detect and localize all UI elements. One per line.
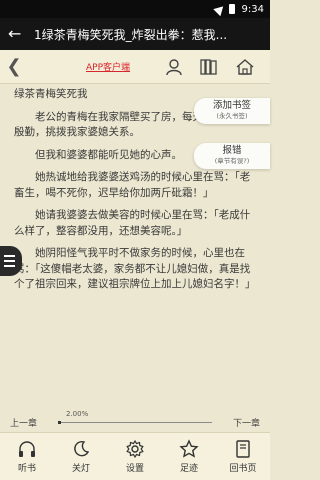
book-icon <box>236 440 250 458</box>
handle-bar <box>4 260 15 262</box>
progress-slider[interactable]: 2.00% <box>58 410 212 424</box>
status-bar: 9:34 <box>0 0 270 18</box>
page-title: 1绿茶青梅笑死我_炸裂出拳：惹我... <box>34 27 228 42</box>
battery-icon <box>228 4 235 14</box>
add-bookmark-button[interactable]: 添加书签 (永久书签) <box>194 98 270 124</box>
nav-label: 足迹 <box>179 464 198 474</box>
chapter-content: 绿茶青梅笑死我 老公的青梅在我家隔壁买了房，每天对我婆婆献殷勤，挑拨我家婆媳关系… <box>0 84 270 408</box>
nav-label: 回书页 <box>229 464 257 474</box>
star-icon <box>179 439 199 458</box>
bookmark-label: 添加书签 <box>212 100 251 111</box>
status-time: 9:34 <box>241 3 264 15</box>
nav-label: 设置 <box>125 464 144 474</box>
handle-bar <box>4 265 15 267</box>
home-icon[interactable] <box>234 57 256 77</box>
bookshelf-icon[interactable] <box>198 57 220 77</box>
handle-bar <box>4 255 15 257</box>
nav-listen[interactable]: 听书 <box>0 433 54 480</box>
back-chevron-icon[interactable]: ❮ <box>0 56 28 77</box>
next-chapter-button[interactable]: 下一章 <box>220 416 260 429</box>
headphones-icon <box>19 441 35 457</box>
nav-footprints[interactable]: 足迹 <box>162 433 216 480</box>
reader-toolbar: ❮ APP客户端 <box>0 50 270 84</box>
progress-percent: 2.00% <box>66 409 89 418</box>
bookmark-sub: (永久书签) <box>216 112 248 120</box>
menu-handle-icon[interactable] <box>0 246 22 276</box>
paragraph: 她热诚地给我婆婆送鸡汤的时候心里在骂：「老畜生，喝不死你，迟早给你加两斤砒霜！」 <box>14 171 251 199</box>
prev-chapter-button[interactable]: 上一章 <box>10 416 50 429</box>
nav-lights-off[interactable]: 关灯 <box>54 433 108 480</box>
bottom-nav: 听书 关灯 设置 足迹 回书页 <box>0 432 270 480</box>
nav-settings[interactable]: 设置 <box>108 433 162 480</box>
nav-book-page[interactable]: 回书页 <box>216 433 270 480</box>
progress-fill <box>58 420 62 424</box>
back-arrow-icon[interactable]: ← <box>8 26 24 42</box>
title-bar: ← 1绿茶青梅笑死我_炸裂出拳：惹我... <box>0 18 270 50</box>
nav-label: 听书 <box>17 464 36 474</box>
report-sub: (章节有误?) <box>214 157 250 165</box>
moon-icon <box>74 440 90 457</box>
nav-label: 关灯 <box>71 464 90 474</box>
report-error-button[interactable]: 报错 (章节有误?) <box>194 143 270 169</box>
user-icon[interactable] <box>163 57 185 77</box>
chapter-progress: 上一章 2.00% 下一章 <box>0 410 270 432</box>
gear-icon <box>126 439 144 459</box>
status-icons: 9:34 <box>212 2 264 16</box>
report-label: 报错 <box>222 145 242 156</box>
paragraph: 她阴阳怪气我平时不做家务的时候，心里也在骂：「这傻帽老太婆，家务都不让儿媳妇做，… <box>14 247 256 290</box>
signal-icon <box>212 2 227 16</box>
app-client-link[interactable]: APP客户端 <box>86 60 130 73</box>
paragraph: 她请我婆婆去做美容的时候心里在骂：「老成什么样了，整容都没用，还想美容呢。」 <box>14 209 251 237</box>
